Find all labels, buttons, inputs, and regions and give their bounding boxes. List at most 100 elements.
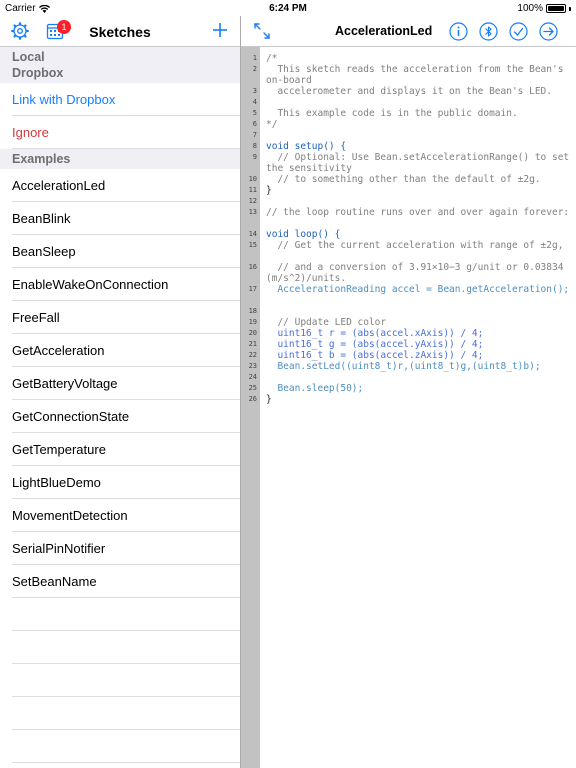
code-text: void loop() { [266, 229, 341, 240]
list-item[interactable]: GetConnectionState [12, 400, 240, 433]
code-line: 12 [241, 196, 576, 207]
code-text: // and a conversion of 3.91×10−3 g/unit … [266, 262, 564, 284]
line-number: 15 [248, 241, 257, 249]
code-text: uint16_t b = (abs(accel.zAxis)) / 4; [266, 350, 484, 361]
battery-percentage: 100% [517, 3, 543, 14]
sketch-title: AccelerationLed [335, 24, 433, 38]
section-header-examples: Examples [0, 149, 240, 169]
info-icon[interactable] [449, 22, 468, 41]
code-line: 13 // the loop routine runs over and ove… [241, 207, 576, 229]
line-number: 6 [252, 120, 257, 128]
line-number: 9 [252, 153, 257, 161]
line-number: 13 [248, 208, 257, 216]
battery-indicator: 100% [517, 3, 571, 14]
page-title: Sketches [89, 24, 151, 40]
line-number: 18 [248, 307, 257, 315]
code-line: 16 // and a conversion of 3.91×10−3 g/un… [241, 262, 576, 284]
line-number: 17 [248, 285, 257, 293]
line-number: 19 [248, 318, 257, 326]
section-header-local: Local Dropbox [0, 47, 240, 83]
code-line: 25 Bean.sleep(50); [241, 383, 576, 394]
list-item[interactable]: GetAcceleration [12, 334, 240, 367]
code-text: accelerometer and displays it on the Bea… [266, 86, 552, 97]
clock: 6:24 PM [269, 3, 307, 14]
code-line: 20 uint16_t r = (abs(accel.xAxis)) / 4; [241, 328, 576, 339]
line-number: 23 [248, 362, 257, 370]
list-item[interactable]: FreeFall [12, 301, 240, 334]
line-number: 22 [248, 351, 257, 359]
code-text: // Get the current acceleration with ran… [266, 240, 564, 251]
empty-row [12, 664, 240, 697]
code-text: Bean.sleep(50); [266, 383, 364, 394]
code-line: 15 // Get the current acceleration with … [241, 240, 576, 262]
line-number: 14 [248, 230, 257, 238]
ignore-button[interactable]: Ignore [12, 116, 240, 149]
code-line: 10 // to something other than the defaul… [241, 174, 576, 185]
line-number: 5 [252, 109, 257, 117]
list-item[interactable]: GetBatteryVoltage [12, 367, 240, 400]
code-text: uint16_t r = (abs(accel.xAxis)) / 4; [266, 328, 484, 339]
arrow-right-icon[interactable] [539, 22, 558, 41]
sketches-panel: 1 Sketches Local Dropbox Link with Dropb… [0, 16, 240, 768]
code-line: 1 /* [241, 53, 576, 64]
expand-arrows-icon[interactable] [253, 22, 271, 40]
code-text: // to something other than the default o… [266, 174, 541, 185]
examples-list: AccelerationLed BeanBlink BeanSleep Enab… [0, 169, 240, 763]
checkmark-icon[interactable] [509, 22, 528, 41]
code-text: // Optional: Use Bean.setAccelerationRan… [266, 152, 575, 174]
code-line: 4 [241, 97, 576, 108]
link-dropbox-button[interactable]: Link with Dropbox [12, 83, 240, 116]
code-line: 9 // Optional: Use Bean.setAccelerationR… [241, 152, 576, 174]
code-line: 24 [241, 372, 576, 383]
code-text: */ [266, 119, 278, 130]
editor-nav-bar: AccelerationLed [241, 16, 576, 47]
code-line: 14 void loop() { [241, 229, 576, 240]
list-item[interactable]: BeanBlink [12, 202, 240, 235]
list-item[interactable]: GetTemperature [12, 433, 240, 466]
empty-row [12, 631, 240, 664]
empty-row [12, 697, 240, 730]
plus-icon[interactable] [211, 21, 229, 39]
code-text: } [266, 394, 272, 405]
bluetooth-icon[interactable] [479, 22, 498, 41]
line-number: 10 [248, 175, 257, 183]
code-line: 26 } [241, 394, 576, 405]
code-text: Bean.setLed((uint8_t)r,(uint8_t)g,(uint8… [266, 361, 541, 372]
list-item[interactable]: SetBeanName [12, 565, 240, 598]
list-item[interactable]: LightBlueDemo [12, 466, 240, 499]
line-number: 7 [252, 131, 257, 139]
empty-row [12, 730, 240, 763]
code-text: uint16_t g = (abs(accel.yAxis)) / 4; [266, 339, 484, 350]
line-number: 12 [248, 197, 257, 205]
list-item[interactable]: AccelerationLed [12, 169, 240, 202]
status-bar: Carrier 6:24 PM 100% [0, 0, 576, 16]
editor-panel: AccelerationLed 1 /* 2 This sketch reads… [241, 16, 576, 768]
code-line: 5 This example code is in the public dom… [241, 108, 576, 119]
code-line: 8 void setup() { [241, 141, 576, 152]
code-line: 23 Bean.setLed((uint8_t)r,(uint8_t)g,(ui… [241, 361, 576, 372]
code-editor[interactable]: 1 /* 2 This sketch reads the acceleratio… [241, 47, 576, 768]
list-item[interactable]: MovementDetection [12, 499, 240, 532]
list-item[interactable]: EnableWakeOnConnection [12, 268, 240, 301]
line-number: 11 [248, 186, 257, 194]
line-number: 1 [252, 54, 257, 62]
line-number: 3 [252, 87, 257, 95]
code-line: 3 accelerometer and displays it on the B… [241, 86, 576, 97]
code-text: This sketch reads the acceleration from … [266, 64, 570, 86]
gear-icon[interactable] [11, 22, 29, 40]
section-label-local: Local [12, 50, 45, 64]
code-line: 21 uint16_t g = (abs(accel.yAxis)) / 4; [241, 339, 576, 350]
code-text: void setup() { [266, 141, 347, 152]
line-number: 16 [248, 263, 257, 271]
code-line: 17 AccelerationReading accel = Bean.getA… [241, 284, 576, 306]
list-item[interactable]: SerialPinNotifier [12, 532, 240, 565]
code-text: // the loop routine runs over and over a… [266, 207, 570, 218]
code-text: This example code is in the public domai… [266, 108, 518, 119]
list-item[interactable]: BeanSleep [12, 235, 240, 268]
line-number: 25 [248, 384, 257, 392]
line-number: 2 [252, 65, 257, 73]
empty-row [12, 598, 240, 631]
sketches-nav-bar: 1 Sketches [0, 16, 240, 47]
code-line: 6 */ [241, 119, 576, 130]
code-text: // Update LED color [266, 317, 387, 328]
